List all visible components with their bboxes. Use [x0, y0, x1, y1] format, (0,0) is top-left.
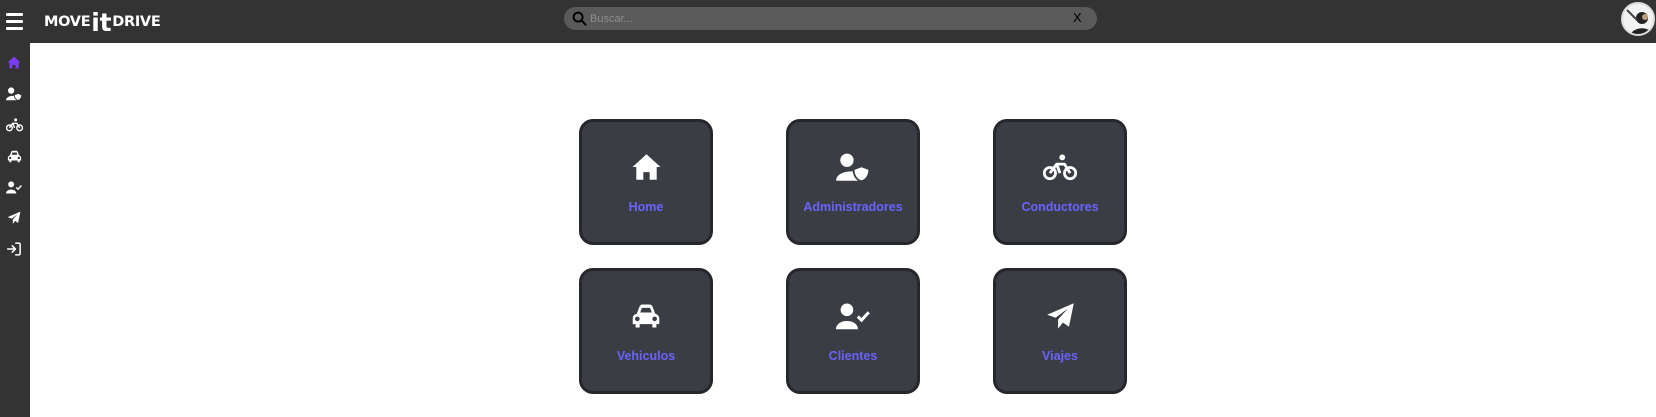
card-label: Viajes: [1042, 349, 1078, 363]
car-icon: [7, 150, 21, 162]
user-check-icon: [6, 180, 22, 193]
menu-icon[interactable]: [6, 13, 24, 30]
user-shield-icon: [836, 153, 870, 182]
search-input[interactable]: [590, 9, 1050, 28]
paper-plane-icon: [1046, 302, 1074, 329]
sidebar: [0, 43, 30, 417]
bicycle-icon: [1043, 153, 1077, 180]
sidebar-item-vehiculos[interactable]: [5, 147, 23, 165]
card-home[interactable]: Home: [579, 119, 713, 245]
card-vehiculos-icon-wrap: [582, 299, 710, 333]
card-administradores-icon-wrap: [789, 150, 917, 184]
card-viajes[interactable]: Viajes: [993, 268, 1127, 394]
card-label: Vehiculos: [616, 349, 676, 363]
card-home-icon-wrap: [582, 150, 710, 184]
car-icon: [632, 304, 660, 328]
paper-plane-icon: [7, 211, 21, 224]
sidebar-item-conductores[interactable]: [5, 116, 23, 134]
logo-text-drive: DRIVE: [112, 14, 161, 30]
search-icon: [572, 11, 587, 26]
avatar-image: [1623, 4, 1653, 34]
card-label: Conductores: [1021, 200, 1099, 214]
sidebar-item-logout[interactable]: [5, 240, 23, 258]
top-bar: MOVE it DRIVE X: [0, 0, 1656, 43]
user-check-icon: [836, 303, 870, 329]
logo-text-move: MOVE: [44, 14, 91, 30]
avatar[interactable]: [1621, 2, 1655, 36]
search-clear-button[interactable]: X: [1073, 10, 1082, 25]
card-conductores-icon-wrap: [996, 150, 1124, 184]
sidebar-item-clientes[interactable]: [5, 178, 23, 196]
card-administradores[interactable]: Administradores: [786, 119, 920, 245]
card-clientes[interactable]: Clientes: [786, 268, 920, 394]
sidebar-item-home[interactable]: [5, 53, 23, 71]
card-label: Clientes: [828, 349, 878, 363]
sign-in-icon: [7, 242, 21, 256]
search-bar: X: [564, 7, 1097, 30]
user-shield-icon: [6, 87, 22, 101]
card-label: Home: [628, 200, 664, 214]
card-conductores[interactable]: Conductores: [993, 119, 1127, 245]
card-vehiculos[interactable]: Vehiculos: [579, 268, 713, 394]
logo-text-it: it: [91, 7, 112, 37]
bicycle-icon: [5, 118, 23, 132]
home-icon: [632, 154, 660, 180]
sidebar-item-viajes[interactable]: [5, 209, 23, 227]
card-label: Administradores: [803, 200, 903, 214]
sidebar-item-administradores[interactable]: [5, 85, 23, 103]
home-icon: [7, 56, 21, 68]
app-logo[interactable]: MOVE it DRIVE: [44, 7, 161, 37]
card-viajes-icon-wrap: [996, 299, 1124, 333]
card-clientes-icon-wrap: [789, 299, 917, 333]
